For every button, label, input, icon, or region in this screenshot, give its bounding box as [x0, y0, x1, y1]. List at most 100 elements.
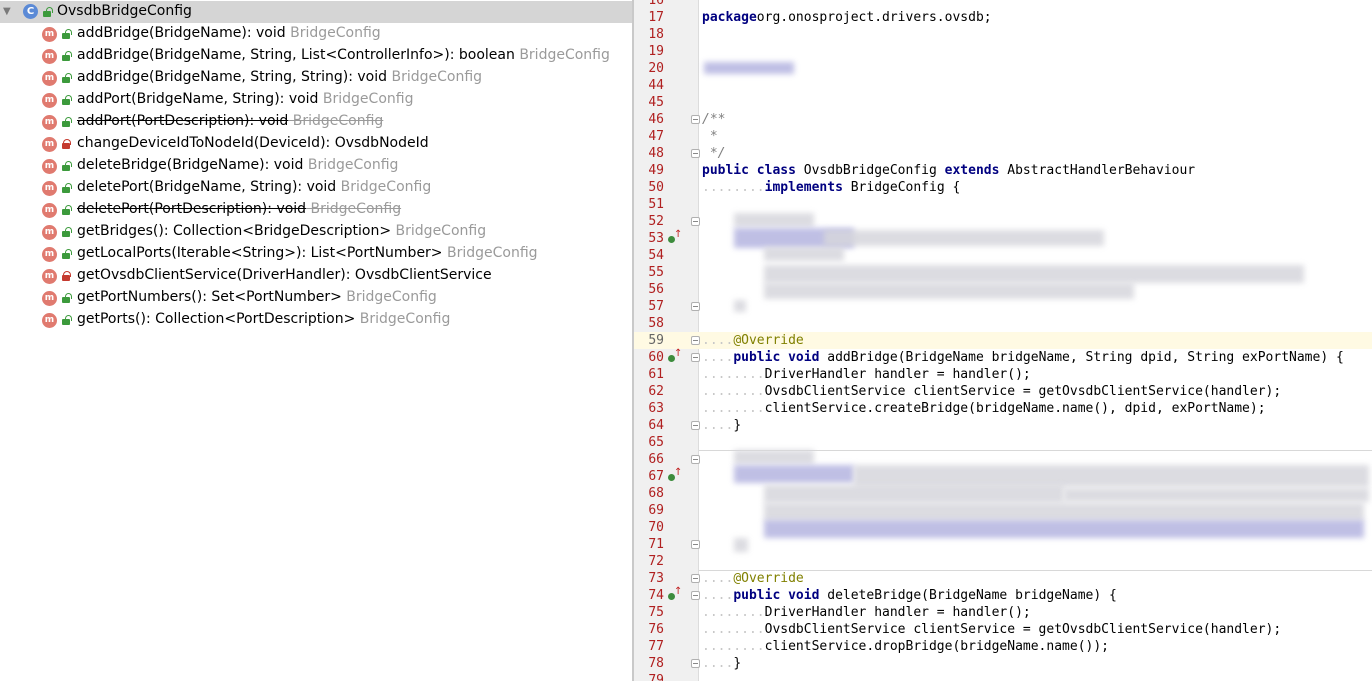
- method-item[interactable]: m getOvsdbClientService(DriverHandler): O…: [0, 265, 632, 287]
- line-number[interactable]: 75: [634, 604, 664, 621]
- fold-toggle-icon[interactable]: [691, 336, 700, 345]
- line-number[interactable]: 44: [634, 77, 664, 94]
- line-number[interactable]: 56: [634, 281, 664, 298]
- line-number[interactable]: 66: [634, 451, 664, 468]
- fold-toggle-icon[interactable]: [691, 574, 700, 583]
- line-number[interactable]: 48: [634, 145, 664, 162]
- code-line[interactable]: 79: [634, 672, 1372, 681]
- fold-toggle-icon[interactable]: [691, 217, 700, 226]
- code-line[interactable]: 72: [634, 553, 1372, 570]
- code-line[interactable]: 65: [634, 434, 1372, 451]
- code-line[interactable]: 47 *: [634, 128, 1372, 145]
- code-editor[interactable]: 16 17 packageorg.onosproject.drivers.ovsdb…: [634, 0, 1372, 681]
- method-item[interactable]: m addBridge(BridgeName): void BridgeConfi…: [0, 23, 632, 45]
- code-line[interactable]: 78....}: [634, 655, 1372, 672]
- method-item[interactable]: m addPort(PortDescription): void BridgeCo…: [0, 111, 632, 133]
- line-number[interactable]: 16: [634, 0, 664, 9]
- line-number[interactable]: 46: [634, 111, 664, 128]
- line-number[interactable]: 71: [634, 536, 664, 553]
- fold-toggle-icon[interactable]: [691, 302, 700, 311]
- fold-toggle-icon[interactable]: [691, 115, 700, 124]
- code-line[interactable]: 73 ....@Override: [634, 570, 1372, 587]
- line-number[interactable]: 51: [634, 196, 664, 213]
- fold-toggle-icon[interactable]: [691, 540, 700, 549]
- code-line[interactable]: 58: [634, 315, 1372, 332]
- method-item[interactable]: m getLocalPorts(Iterable<String>): List<P…: [0, 243, 632, 265]
- code-line[interactable]: 74....public void deleteBridge(BridgeNam…: [634, 586, 1372, 604]
- line-number[interactable]: 20: [634, 60, 664, 77]
- fold-toggle-icon[interactable]: [691, 353, 700, 362]
- code-line[interactable]: 60....public void addBridge(BridgeName b…: [634, 348, 1372, 366]
- code-line[interactable]: 54: [634, 247, 1372, 264]
- code-line[interactable]: 18: [634, 26, 1372, 43]
- line-number[interactable]: 60: [634, 349, 664, 366]
- line-number[interactable]: 64: [634, 417, 664, 434]
- code-line[interactable]: 49 public class OvsdbBridgeConfig extends…: [634, 162, 1372, 179]
- line-number[interactable]: 67: [634, 468, 664, 485]
- code-line[interactable]: 64....}: [634, 417, 1372, 434]
- line-number[interactable]: 59: [634, 332, 664, 349]
- code-line[interactable]: 63 ........clientService.createBridge(bri…: [634, 400, 1372, 417]
- line-number[interactable]: 47: [634, 128, 664, 145]
- line-number[interactable]: 17: [634, 9, 664, 26]
- line-number[interactable]: 19: [634, 43, 664, 60]
- method-item[interactable]: m getPortNumbers(): Set<PortNumber> Bridg…: [0, 287, 632, 309]
- line-number[interactable]: 74: [634, 587, 664, 604]
- line-number[interactable]: 65: [634, 434, 664, 451]
- line-number[interactable]: 45: [634, 94, 664, 111]
- override-marker-icon[interactable]: [668, 586, 682, 601]
- fold-toggle-icon[interactable]: [691, 591, 700, 600]
- line-number[interactable]: 76: [634, 621, 664, 638]
- code-line[interactable]: 77 ........clientService.dropBridge(bridg…: [634, 638, 1372, 655]
- method-item[interactable]: m addBridge(BridgeName, String, String): …: [0, 67, 632, 89]
- line-number[interactable]: 69: [634, 502, 664, 519]
- method-item[interactable]: m deletePort(BridgeName, String): void Br…: [0, 177, 632, 199]
- code-line[interactable]: 48 */: [634, 145, 1372, 162]
- code-line[interactable]: 75 ........DriverHandler handler = handle…: [634, 604, 1372, 621]
- code-line[interactable]: 17 packageorg.onosproject.drivers.ovsdb;: [634, 9, 1372, 26]
- code-line[interactable]: 19: [634, 43, 1372, 60]
- override-marker-icon[interactable]: [668, 229, 682, 244]
- expand-arrow-icon[interactable]: ▼: [3, 6, 11, 17]
- line-number[interactable]: 55: [634, 264, 664, 281]
- code-line[interactable]: 16: [634, 0, 1372, 9]
- code-line[interactable]: 59 ....@Override: [634, 332, 1372, 349]
- line-number[interactable]: 63: [634, 400, 664, 417]
- code-line[interactable]: 46 /**: [634, 111, 1372, 128]
- line-number[interactable]: 62: [634, 383, 664, 400]
- line-number[interactable]: 54: [634, 247, 664, 264]
- override-marker-icon[interactable]: [668, 348, 682, 363]
- line-number[interactable]: 18: [634, 26, 664, 43]
- code-line[interactable]: 44: [634, 77, 1372, 94]
- line-number[interactable]: 53: [634, 230, 664, 247]
- line-number[interactable]: 70: [634, 519, 664, 536]
- method-item[interactable]: m addBridge(BridgeName, String, List<Cont…: [0, 45, 632, 67]
- line-number[interactable]: 72: [634, 553, 664, 570]
- fold-toggle-icon[interactable]: [691, 149, 700, 158]
- code-line[interactable]: 61 ........DriverHandler handler = handle…: [634, 366, 1372, 383]
- line-number[interactable]: 68: [634, 485, 664, 502]
- code-line[interactable]: 76 ........OvsdbClientService clientServi…: [634, 621, 1372, 638]
- line-number[interactable]: 79: [634, 672, 664, 681]
- code-line[interactable]: 51: [634, 196, 1372, 213]
- line-number[interactable]: 58: [634, 315, 664, 332]
- method-item[interactable]: m getBridges(): Collection<BridgeDescript…: [0, 221, 632, 243]
- line-number[interactable]: 77: [634, 638, 664, 655]
- code-line[interactable]: 50 ........implements BridgeConfig {: [634, 179, 1372, 196]
- fold-toggle-icon[interactable]: [691, 659, 700, 668]
- method-item[interactable]: m changeDeviceIdToNodeId(DeviceId): Ovsdb…: [0, 133, 632, 155]
- method-item[interactable]: m deleteBridge(BridgeName): void BridgeCo…: [0, 155, 632, 177]
- line-number[interactable]: 61: [634, 366, 664, 383]
- fold-toggle-icon[interactable]: [691, 455, 700, 464]
- line-number[interactable]: 52: [634, 213, 664, 230]
- tree-root-class[interactable]: ▼ C OvsdbBridgeConfig: [0, 1, 632, 23]
- fold-toggle-icon[interactable]: [691, 421, 700, 430]
- method-item[interactable]: m getPorts(): Collection<PortDescription>…: [0, 309, 632, 331]
- method-item[interactable]: m deletePort(PortDescription): void Bridg…: [0, 199, 632, 221]
- line-number[interactable]: 50: [634, 179, 664, 196]
- line-number[interactable]: 49: [634, 162, 664, 179]
- code-line[interactable]: 45: [634, 94, 1372, 111]
- code-line[interactable]: 62 ........OvsdbClientService clientServi…: [634, 383, 1372, 400]
- method-item[interactable]: m addPort(BridgeName, String): void Bridg…: [0, 89, 632, 111]
- override-marker-icon[interactable]: [668, 467, 682, 482]
